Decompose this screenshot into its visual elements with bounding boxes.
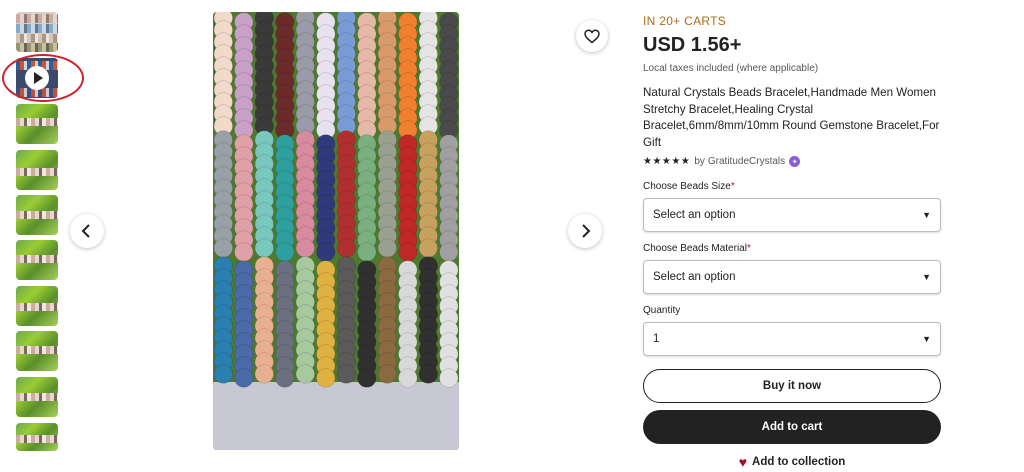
- bead: [439, 242, 459, 262]
- heart-filled-icon: ♥: [738, 454, 748, 471]
- thumbnail-4[interactable]: [16, 150, 58, 190]
- product-panel: IN 20+ CARTS USD 1.56+ Local taxes inclu…: [643, 14, 943, 470]
- demand-badge: IN 20+ CARTS: [643, 14, 727, 28]
- previous-image-button[interactable]: [70, 214, 104, 248]
- material-label-text: Choose Beads Material: [643, 243, 747, 255]
- quantity-select-value: 1: [653, 333, 660, 346]
- bead: [234, 368, 254, 388]
- size-select[interactable]: Select an option ▼: [643, 198, 941, 233]
- caret-down-icon: ▼: [922, 210, 931, 221]
- seller-prefix: by: [694, 156, 705, 168]
- next-image-button[interactable]: [568, 214, 602, 248]
- bead: [336, 238, 356, 258]
- thumbnail-1[interactable]: [16, 12, 58, 52]
- buy-now-button[interactable]: Buy it now: [643, 369, 941, 404]
- tax-note: Local taxes included (where applicable): [643, 63, 819, 74]
- bead: [336, 364, 356, 384]
- thumbnail-3[interactable]: [16, 104, 58, 144]
- thumbnail-10[interactable]: [16, 423, 58, 451]
- bead: [275, 242, 295, 262]
- material-label: Choose Beads Material*: [643, 243, 943, 254]
- bead: [357, 242, 377, 262]
- bead: [213, 364, 233, 384]
- required-mark: *: [730, 181, 735, 193]
- bead: [295, 364, 315, 384]
- bead: [254, 238, 274, 258]
- price: USD 1.56+: [643, 34, 742, 56]
- bead: [254, 364, 274, 384]
- star-seller-icon: ✦: [789, 156, 801, 168]
- chevron-left-icon: [81, 224, 90, 238]
- add-to-collection-button[interactable]: ♥ Add to collection: [643, 454, 941, 470]
- bead: [275, 368, 295, 388]
- thumbnail-9[interactable]: [16, 377, 58, 417]
- rating-seller-line: ★★★★★ by GratitudeCrystals ✦: [643, 156, 943, 168]
- bead: [316, 368, 336, 388]
- bead: [357, 368, 377, 388]
- bead: [377, 238, 397, 258]
- thumbnail-6[interactable]: [16, 240, 58, 280]
- caret-down-icon: ▼: [922, 272, 931, 283]
- bead: [418, 364, 438, 384]
- bead: [418, 238, 438, 258]
- thumbnail-8[interactable]: [16, 331, 58, 371]
- thumbnail-5[interactable]: [16, 195, 58, 235]
- thumbnail-7[interactable]: [16, 286, 58, 326]
- required-mark: *: [746, 243, 751, 255]
- size-label: Choose Beads Size*: [643, 181, 943, 192]
- add-to-cart-button[interactable]: Add to cart: [643, 410, 941, 445]
- bracelet-photo: [213, 12, 459, 450]
- bead: [295, 238, 315, 258]
- favorite-button[interactable]: [576, 20, 608, 52]
- seller-link[interactable]: GratitudeCrystals: [708, 156, 785, 167]
- bead: [316, 242, 336, 262]
- bead: [213, 238, 233, 258]
- quantity-label: Quantity: [643, 305, 681, 317]
- size-select-value: Select an option: [653, 209, 736, 222]
- annotation-circle: [2, 54, 84, 102]
- bead: [439, 368, 459, 388]
- material-select-value: Select an option: [653, 271, 736, 284]
- product-title: Natural Crystals Beads Bracelet,Handmade…: [643, 86, 940, 149]
- heart-outline-icon: [584, 29, 600, 43]
- caret-down-icon: ▼: [922, 334, 931, 345]
- bead: [234, 242, 254, 262]
- add-to-collection-label: Add to collection: [752, 456, 846, 469]
- quantity-select[interactable]: 1 ▼: [643, 322, 941, 357]
- size-label-text: Choose Beads Size: [643, 181, 731, 193]
- bead: [377, 364, 397, 384]
- rating-stars: ★★★★★: [643, 156, 691, 168]
- main-product-image: [213, 12, 459, 450]
- bead: [398, 242, 418, 262]
- material-select[interactable]: Select an option ▼: [643, 260, 941, 295]
- bead: [398, 368, 418, 388]
- chevron-right-icon: [582, 224, 591, 238]
